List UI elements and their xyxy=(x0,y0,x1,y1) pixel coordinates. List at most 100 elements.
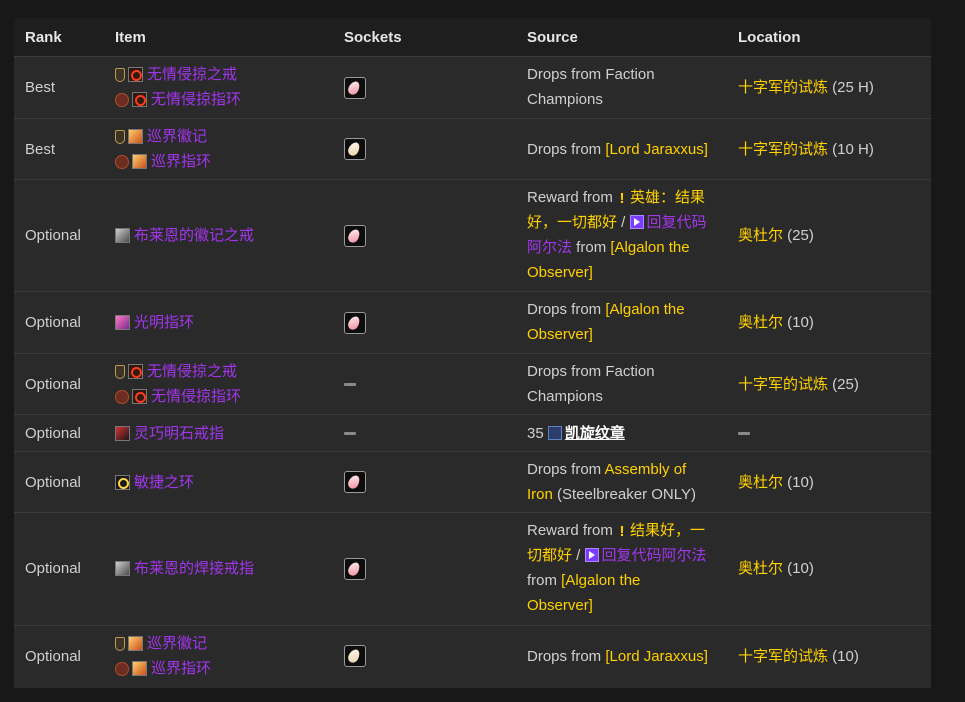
red-gem-socket-icon[interactable] xyxy=(344,312,366,334)
source-cell: Drops from [Lord Jaraxxus] xyxy=(527,137,708,162)
item-icon[interactable] xyxy=(128,129,143,144)
item-link[interactable]: 无情侵掠之戒 xyxy=(147,62,237,87)
npc-link[interactable]: [Algalon the xyxy=(561,572,640,589)
separator: / xyxy=(617,214,630,231)
horde-slot-icon xyxy=(115,92,129,107)
source-cell: 35 凯旋纹章 xyxy=(527,421,625,446)
item-link[interactable]: 巡界徽记 xyxy=(147,124,207,149)
item-link[interactable]: 布莱恩的焊接戒指 xyxy=(134,556,254,581)
no-socket-dash xyxy=(344,383,356,386)
location-link[interactable]: 十字军的试炼 xyxy=(738,376,828,393)
item-icon[interactable] xyxy=(115,561,130,576)
quest-icon: ! xyxy=(619,190,625,207)
quest-link[interactable]: 切都好 xyxy=(527,547,572,564)
quest-link[interactable]: 英雄：结果 xyxy=(630,189,705,206)
horde-slot-icon xyxy=(115,389,129,404)
horde-slot-icon xyxy=(115,154,129,169)
pale-gem-socket-icon[interactable] xyxy=(344,645,366,667)
location-link[interactable]: 奥杜尔 xyxy=(738,474,783,491)
quest-item-link[interactable]: 回复代码 xyxy=(647,214,707,231)
item-icon[interactable] xyxy=(115,426,130,441)
item-link[interactable]: 布莱恩的徽记之戒 xyxy=(134,223,254,248)
pale-gem-socket-icon[interactable] xyxy=(344,138,366,160)
source-cell: Reward from ! 结果好，一 切都好 / 回复代码阿尔法 from [A… xyxy=(527,518,727,618)
npc-link[interactable]: Observer] xyxy=(527,593,727,618)
source-note: (Steelbreaker ONLY) xyxy=(552,486,696,503)
rank-cell: Best xyxy=(25,79,56,96)
location-link[interactable]: 奥杜尔 xyxy=(738,314,783,331)
npc-link[interactable]: Iron xyxy=(527,486,553,503)
location-cell: 奥杜尔 (25) xyxy=(738,223,814,248)
source-text: Reward from xyxy=(527,189,618,206)
source-cell: Drops from [Lord Jaraxxus] xyxy=(527,644,708,669)
quest-item-link[interactable]: 回复代码阿尔法 xyxy=(602,547,707,564)
header-sockets: Sockets xyxy=(344,29,402,46)
item-link[interactable]: 敏捷之环 xyxy=(134,470,194,495)
item-link[interactable]: 无情侵掠指环 xyxy=(151,87,241,112)
item-icon[interactable] xyxy=(115,315,130,330)
item-icon[interactable] xyxy=(128,636,143,651)
npc-link[interactable]: Observer] xyxy=(527,260,727,285)
ring-icon[interactable] xyxy=(132,92,147,107)
item-link[interactable]: 巡界指环 xyxy=(151,656,211,681)
npc-link[interactable]: [Algalon the xyxy=(610,239,689,256)
red-gem-socket-icon[interactable] xyxy=(344,558,366,580)
ring-icon[interactable] xyxy=(128,364,143,379)
table-row: Best 巡界徽记 巡界指环 Drops from [Lord Jaraxxus… xyxy=(14,118,931,180)
header-location: Location xyxy=(738,29,801,46)
ring-icon[interactable] xyxy=(128,67,143,82)
quest-item-icon xyxy=(629,215,644,229)
item-link[interactable]: 灵巧明石戒指 xyxy=(134,421,224,446)
npc-link[interactable]: [Lord Jaraxxus] xyxy=(605,648,708,665)
item-icon[interactable] xyxy=(132,661,147,676)
quest-item-link[interactable]: 阿尔法 xyxy=(527,239,572,256)
quest-link[interactable]: 好，一切都好 xyxy=(527,214,617,231)
item-icon[interactable] xyxy=(115,228,130,243)
red-gem-socket-icon[interactable] xyxy=(344,77,366,99)
table-row: Optional 巡界徽记 巡界指环 Drops from [Lord Jara… xyxy=(14,625,931,689)
npc-link[interactable]: [Lord Jaraxxus] xyxy=(605,141,708,158)
npc-link[interactable]: Assembly of xyxy=(605,461,687,478)
quest-link[interactable]: 结果好，一 xyxy=(630,522,705,539)
location-cell: 奥杜尔 (10) xyxy=(738,470,814,495)
npc-link[interactable]: [Algalon the xyxy=(605,301,684,318)
header-rank: Rank xyxy=(25,29,62,46)
red-gem-socket-icon[interactable] xyxy=(344,225,366,247)
rank-cell: Optional xyxy=(25,376,81,393)
item-cell: 无情侵掠之戒 无情侵掠指环 xyxy=(115,62,241,112)
rank-cell: Optional xyxy=(25,227,81,244)
separator: / xyxy=(572,547,585,564)
source-text: Drops from Faction xyxy=(527,66,655,83)
currency-link[interactable]: 凯旋纹章 xyxy=(565,425,625,442)
item-cell: 布莱恩的焊接戒指 xyxy=(115,556,254,581)
item-cell: 无情侵掠之戒 无情侵掠指环 xyxy=(115,359,241,409)
location-difficulty: (25 H) xyxy=(828,79,874,96)
shield-slot-icon xyxy=(115,129,125,144)
ring-icon[interactable] xyxy=(132,389,147,404)
item-link[interactable]: 无情侵掠指环 xyxy=(151,384,241,409)
item-icon[interactable] xyxy=(132,154,147,169)
location-link[interactable]: 十字军的试炼 xyxy=(738,79,828,96)
table-header: Rank Item Sockets Source Location xyxy=(14,18,931,57)
location-link[interactable]: 奥杜尔 xyxy=(738,227,783,244)
item-link[interactable]: 光明指环 xyxy=(134,310,194,335)
rank-cell: Optional xyxy=(25,648,81,665)
item-link[interactable]: 无情侵掠之戒 xyxy=(147,359,237,384)
source-cell: Drops from [Algalon the Observer] xyxy=(527,297,685,347)
location-difficulty: (10) xyxy=(783,314,814,331)
location-link[interactable]: 十字军的试炼 xyxy=(738,648,828,665)
npc-link[interactable]: Observer] xyxy=(527,322,685,347)
location-cell: 十字军的试炼 (10 H) xyxy=(738,137,874,162)
rank-cell: Optional xyxy=(25,560,81,577)
item-link[interactable]: 巡界指环 xyxy=(151,149,211,174)
item-link[interactable]: 巡界徽记 xyxy=(147,631,207,656)
ring-icon[interactable] xyxy=(115,475,130,490)
location-link[interactable]: 奥杜尔 xyxy=(738,560,783,577)
shield-slot-icon xyxy=(115,364,125,379)
horde-slot-icon xyxy=(115,661,129,676)
item-cell: 光明指环 xyxy=(115,310,194,335)
source-text: Drops from xyxy=(527,301,606,318)
location-link[interactable]: 十字军的试炼 xyxy=(738,141,828,158)
item-cell: 布莱恩的徽记之戒 xyxy=(115,223,254,248)
red-gem-socket-icon[interactable] xyxy=(344,471,366,493)
